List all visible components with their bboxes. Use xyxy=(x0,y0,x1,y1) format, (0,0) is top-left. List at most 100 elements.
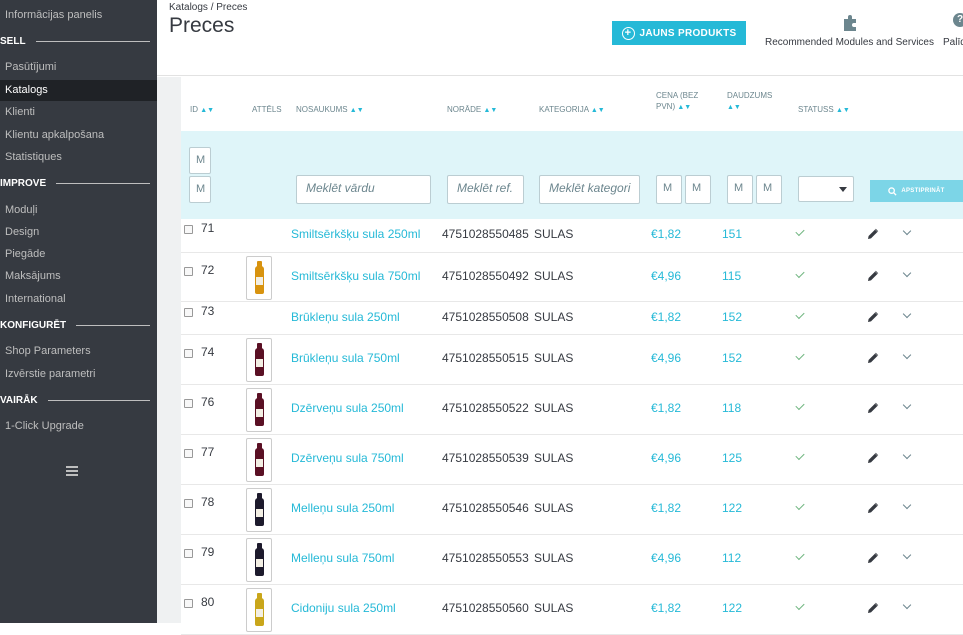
product-thumbnail[interactable] xyxy=(246,338,272,382)
recommended-modules-link[interactable]: Recommended Modules and Services xyxy=(765,37,934,48)
product-price[interactable]: €1,82 xyxy=(651,310,681,324)
product-name-link[interactable]: Brūkleņu sula 750ml xyxy=(291,351,400,365)
row-select-checkbox[interactable] xyxy=(184,599,193,608)
status-enabled-icon[interactable] xyxy=(795,550,805,561)
column-header-status[interactable]: STATUSS ▲▼ xyxy=(798,104,850,116)
chevron-down-icon[interactable] xyxy=(902,600,912,610)
id-max-input[interactable]: M xyxy=(189,176,211,203)
product-quantity[interactable]: 151 xyxy=(722,227,742,241)
row-select-checkbox[interactable] xyxy=(184,399,193,408)
name-search-input[interactable]: Meklēt vārdu xyxy=(296,175,431,204)
table-row[interactable]: 78 Melleņu sula 250ml 4751028550546 SULAS €1… xyxy=(181,485,963,535)
product-quantity[interactable]: 118 xyxy=(722,401,741,415)
column-header-quantity[interactable]: DAUDZUMS ▲▼ xyxy=(727,90,772,113)
help-link[interactable]: Palīdz xyxy=(943,37,963,48)
product-price[interactable]: €1,82 xyxy=(651,501,681,515)
product-name-link[interactable]: Dzērveņu sula 750ml xyxy=(291,451,404,465)
product-quantity[interactable]: 112 xyxy=(722,551,741,565)
table-row[interactable]: 74 Brūkleņu sula 750ml 4751028550515 SULAS €… xyxy=(181,335,963,385)
product-price[interactable]: €1,82 xyxy=(651,227,681,241)
product-thumbnail[interactable] xyxy=(246,488,272,532)
product-name-link[interactable]: Melleņu sula 750ml xyxy=(291,551,394,565)
sidebar-item-modules[interactable]: Moduļi xyxy=(5,204,37,216)
apply-filter-button[interactable]: APSTIPRINĀT xyxy=(870,180,963,202)
table-row[interactable]: 77 Dzērveņu sula 750ml 4751028550539 SULAS €… xyxy=(181,435,963,485)
row-select-checkbox[interactable] xyxy=(184,449,193,458)
status-enabled-icon[interactable] xyxy=(795,268,805,278)
row-select-checkbox[interactable] xyxy=(184,499,193,508)
product-price[interactable]: €1,82 xyxy=(651,601,681,615)
product-name-link[interactable]: Dzērveņu sula 250ml xyxy=(291,401,404,415)
row-select-checkbox[interactable] xyxy=(184,266,193,276)
status-enabled-icon[interactable] xyxy=(795,309,805,319)
quantity-max-input[interactable]: M xyxy=(756,175,782,204)
chevron-down-icon[interactable] xyxy=(902,350,912,360)
product-price[interactable]: €1,82 xyxy=(651,401,681,415)
column-header-name[interactable]: NOSAUKUMS ▲▼ xyxy=(296,104,364,116)
row-select-checkbox[interactable] xyxy=(184,307,193,317)
product-price[interactable]: €4,96 xyxy=(651,451,681,465)
column-header-reference[interactable]: NORĀDE ▲▼ xyxy=(447,104,497,116)
sidebar-item-international[interactable]: International xyxy=(5,293,66,305)
sidebar-item-advanced-parameters[interactable]: Izvērstie parametri xyxy=(5,368,95,380)
product-price[interactable]: €4,96 xyxy=(651,269,681,283)
sidebar-item-customers[interactable]: Klienti xyxy=(5,106,35,118)
category-search-input[interactable]: Meklēt kategori xyxy=(539,175,640,204)
column-header-price[interactable]: CENA (BEZ PVN) ▲▼ xyxy=(656,90,698,113)
new-product-button[interactable]: + JAUNS PRODUKTS xyxy=(612,21,746,45)
product-thumbnail[interactable] xyxy=(246,438,272,482)
edit-icon[interactable] xyxy=(867,352,879,364)
sidebar-item-design[interactable]: Design xyxy=(5,226,39,238)
id-min-input[interactable]: M xyxy=(189,147,211,174)
chevron-down-icon[interactable] xyxy=(902,450,912,460)
status-enabled-icon[interactable] xyxy=(795,350,805,361)
product-quantity[interactable]: 125 xyxy=(722,451,742,465)
menu-collapse-icon[interactable] xyxy=(66,466,78,478)
product-name-link[interactable]: Smiltsērkšķu sula 250ml xyxy=(291,227,420,241)
help-icon[interactable]: ? xyxy=(953,13,963,27)
edit-icon[interactable] xyxy=(867,452,879,464)
row-select-checkbox[interactable] xyxy=(184,549,193,558)
reference-search-input[interactable]: Meklēt ref. xyxy=(447,175,524,204)
chevron-down-icon[interactable] xyxy=(902,309,912,318)
chevron-down-icon[interactable] xyxy=(902,226,912,236)
sidebar-item-shipping[interactable]: Piegāde xyxy=(5,248,45,260)
status-enabled-icon[interactable] xyxy=(795,226,805,237)
table-row[interactable]: 72 Smiltsērkšķu sula 750ml 4751028550492 SU… xyxy=(181,253,963,302)
sidebar-item-dashboard[interactable]: Informācijas panelis xyxy=(5,9,102,21)
edit-icon[interactable] xyxy=(867,502,879,514)
edit-icon[interactable] xyxy=(867,311,879,323)
table-row[interactable]: 80 Cidoniju sula 250ml 4751028550560 SULAS €… xyxy=(181,585,963,635)
sidebar-item-stats[interactable]: Statistiques xyxy=(5,151,62,163)
status-enabled-icon[interactable] xyxy=(795,500,805,511)
sidebar-item-orders[interactable]: Pasūtījumi xyxy=(5,61,56,73)
product-quantity[interactable]: 122 xyxy=(722,601,742,615)
chevron-down-icon[interactable] xyxy=(902,550,912,560)
chevron-down-icon[interactable] xyxy=(902,400,912,410)
edit-icon[interactable] xyxy=(867,228,879,240)
price-max-input[interactable]: M xyxy=(685,175,711,204)
product-quantity[interactable]: 152 xyxy=(722,310,742,324)
status-filter-select[interactable] xyxy=(798,176,854,202)
sidebar-item-upgrade[interactable]: 1-Click Upgrade xyxy=(5,420,84,432)
product-quantity[interactable]: 122 xyxy=(722,501,742,515)
price-min-input[interactable]: M xyxy=(656,175,682,204)
chevron-down-icon[interactable] xyxy=(902,268,912,277)
product-name-link[interactable]: Brūkleņu sula 250ml xyxy=(291,310,400,324)
puzzle-icon[interactable] xyxy=(841,13,859,31)
product-name-link[interactable]: Melleņu sula 250ml xyxy=(291,501,394,515)
sidebar-item-customer-service[interactable]: Klientu apkalpošana xyxy=(5,129,104,141)
product-thumbnail[interactable] xyxy=(246,388,272,432)
table-row[interactable]: 71 Smiltsērkšķu sula 250ml 4751028550485 SU… xyxy=(181,219,963,253)
product-thumbnail[interactable] xyxy=(246,588,272,632)
edit-icon[interactable] xyxy=(867,270,879,282)
product-name-link[interactable]: Cidoniju sula 250ml xyxy=(291,601,396,615)
product-name-link[interactable]: Smiltsērkšķu sula 750ml xyxy=(291,269,420,283)
row-select-checkbox[interactable] xyxy=(184,225,193,234)
product-price[interactable]: €4,96 xyxy=(651,351,681,365)
product-quantity[interactable]: 152 xyxy=(722,351,742,365)
status-enabled-icon[interactable] xyxy=(795,400,805,411)
chevron-down-icon[interactable] xyxy=(902,500,912,510)
edit-icon[interactable] xyxy=(867,602,879,614)
product-price[interactable]: €4,96 xyxy=(651,551,681,565)
